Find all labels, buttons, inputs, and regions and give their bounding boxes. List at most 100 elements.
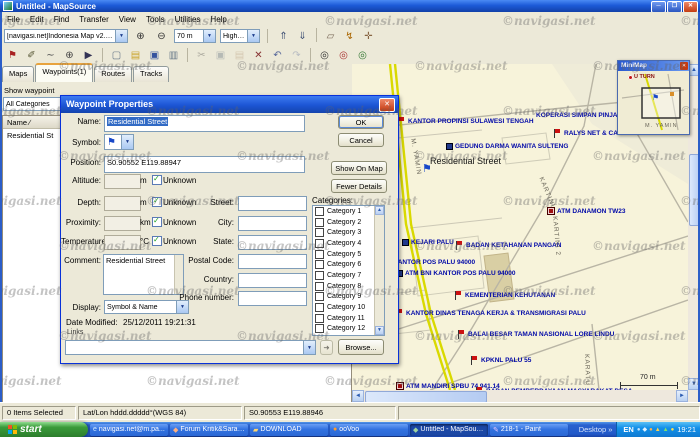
- display-combo[interactable]: Symbol & Name ▼: [104, 300, 189, 314]
- dialog-titlebar[interactable]: Waypoint Properties: [61, 96, 398, 113]
- category-checkbox[interactable]: [315, 282, 324, 291]
- menu-transfer[interactable]: Transfer: [74, 14, 114, 25]
- street-field[interactable]: [238, 196, 307, 211]
- open-file-icon[interactable]: ▤: [127, 47, 144, 63]
- antivirus-icon[interactable]: ●: [671, 427, 675, 433]
- task-download[interactable]: ▰DOWNLOAD: [250, 424, 328, 436]
- show-on-map-button[interactable]: Show On Map: [331, 161, 387, 175]
- receive-from-device-icon[interactable]: ⇓: [294, 28, 311, 44]
- map-detail-icon[interactable]: ▱: [322, 28, 339, 44]
- scroll-right-icon[interactable]: ►: [676, 390, 688, 402]
- categories-list[interactable]: Category 1Category 2Category 3Category 4…: [312, 205, 385, 336]
- category-checkbox[interactable]: [315, 207, 324, 216]
- task-oovoo[interactable]: ●ooVoo: [330, 424, 408, 436]
- language-indicator[interactable]: EN: [623, 425, 633, 434]
- tab-tracks[interactable]: Tracks: [133, 66, 169, 82]
- product-combo[interactable]: [navigasi.net]Indonesia Map v2.18 NT (fr…: [4, 29, 128, 43]
- category-checkbox[interactable]: [315, 250, 324, 259]
- menu-tools[interactable]: Tools: [141, 14, 170, 25]
- track-tool-icon[interactable]: ∼: [42, 47, 59, 63]
- scroll-down-icon[interactable]: ▼: [375, 326, 384, 335]
- route-tool-icon[interactable]: ✐: [23, 47, 40, 63]
- messenger-icon[interactable]: ●: [637, 427, 641, 433]
- task-ie[interactable]: enavigasi.net@m.pa...: [90, 424, 168, 436]
- desktop-toolbar[interactable]: Desktop»: [575, 422, 617, 437]
- menu-find[interactable]: Find: [49, 14, 75, 25]
- task-forum[interactable]: ◆Forum Kritik&Saran ...: [170, 424, 248, 436]
- copy-icon[interactable]: ▣: [212, 47, 229, 63]
- waypoint-tool-icon[interactable]: ⚑: [4, 47, 21, 63]
- horizontal-scrollbar[interactable]: ◄ ►: [352, 390, 688, 402]
- phone-number-field[interactable]: [238, 291, 307, 306]
- tab-waypoints1[interactable]: Waypoints(1): [35, 63, 93, 82]
- redo-icon[interactable]: ↷: [288, 47, 305, 63]
- browse-button[interactable]: Browse...: [338, 339, 384, 355]
- state-field[interactable]: [238, 235, 307, 250]
- menu-help[interactable]: Help: [205, 14, 231, 25]
- zoom-out-icon[interactable]: ⊖: [153, 28, 170, 44]
- nvidia-icon[interactable]: ▲: [663, 427, 669, 433]
- distance-bearing-icon[interactable]: ↯: [341, 28, 358, 44]
- city-field[interactable]: [238, 216, 307, 231]
- selection-tool-icon[interactable]: ▶: [80, 47, 97, 63]
- menu-utilities[interactable]: Utilities: [170, 14, 206, 25]
- new-file-icon[interactable]: ▢: [108, 47, 125, 63]
- scale-combo[interactable]: 70 m ▼: [174, 29, 216, 43]
- open-link-button[interactable]: ➜: [320, 340, 333, 355]
- volume-icon[interactable]: ◆: [642, 427, 647, 433]
- dialog-close-icon[interactable]: ✕: [379, 98, 395, 112]
- category-checkbox[interactable]: [315, 303, 324, 312]
- cut-icon[interactable]: ✂: [193, 47, 210, 63]
- fewer-details-button[interactable]: Fewer Details: [331, 179, 387, 193]
- clock[interactable]: 19:21: [677, 425, 696, 434]
- category-checkbox[interactable]: [315, 314, 324, 323]
- waypoint-flag-icon[interactable]: ⚑: [422, 164, 432, 174]
- category-checkbox[interactable]: [315, 228, 324, 237]
- security-shield-icon[interactable]: ▲: [655, 427, 661, 433]
- send-to-device-icon[interactable]: ⇑: [275, 28, 292, 44]
- ok-button[interactable]: OK: [338, 115, 384, 129]
- undo-icon[interactable]: ↶: [269, 47, 286, 63]
- start-button[interactable]: start: [0, 422, 88, 437]
- menu-file[interactable]: File: [2, 14, 25, 25]
- tab-maps[interactable]: Maps: [2, 66, 34, 82]
- scroll-up-icon[interactable]: ▲: [375, 206, 384, 215]
- delete-icon[interactable]: ✕: [250, 47, 267, 63]
- save-file-icon[interactable]: ▣: [146, 47, 163, 63]
- scroll-down-icon[interactable]: ▼: [688, 378, 700, 390]
- menu-edit[interactable]: Edit: [25, 14, 49, 25]
- print-icon[interactable]: ▥: [165, 47, 182, 63]
- detail-combo[interactable]: Highest ▼: [220, 29, 260, 43]
- country-field[interactable]: [238, 273, 307, 288]
- category-checkbox[interactable]: [315, 218, 324, 227]
- minimap-panel[interactable]: MiniMap ✕ U TURN ⚑ M. YAMIN: [617, 60, 690, 135]
- cancel-button[interactable]: Cancel: [338, 133, 384, 147]
- find-nearest-icon[interactable]: ◎: [335, 47, 352, 63]
- pan-tool-icon[interactable]: ✛: [360, 28, 377, 44]
- paste-icon[interactable]: ▤: [231, 47, 248, 63]
- symbol-combo[interactable]: ⚑ ▼: [104, 134, 134, 150]
- category-checkbox[interactable]: [315, 260, 324, 269]
- task-paint[interactable]: ✎218-1 - Paint: [490, 424, 568, 436]
- find-recent-icon[interactable]: ◎: [354, 47, 371, 63]
- altitude-unknown-checkbox[interactable]: [152, 175, 162, 185]
- categories-scrollbar[interactable]: ▲ ▼: [374, 206, 384, 335]
- tab-routes[interactable]: Routes: [94, 66, 132, 82]
- window-titlebar[interactable]: Untitled - MapSource ─ ❐ ✕: [0, 0, 700, 12]
- position-field[interactable]: S0.90552 E119.88947: [104, 156, 305, 173]
- category-checkbox[interactable]: [315, 324, 324, 333]
- postal-code-field[interactable]: [238, 254, 307, 269]
- find-icon[interactable]: ◎: [316, 47, 333, 63]
- file-url-combo[interactable]: ▼: [65, 340, 316, 355]
- scrollbar-thumb[interactable]: [689, 154, 700, 226]
- zoom-in-icon[interactable]: ⊕: [132, 28, 149, 44]
- zoom-tool-icon[interactable]: ⊕: [61, 47, 78, 63]
- task-mapsource[interactable]: ◆Untitled - MapSource: [410, 424, 488, 436]
- menu-view[interactable]: View: [114, 14, 141, 25]
- category-checkbox[interactable]: [315, 239, 324, 248]
- altitude-field[interactable]: [104, 174, 141, 189]
- name-field[interactable]: Residential Street: [104, 115, 305, 132]
- close-icon[interactable]: ✕: [680, 62, 688, 70]
- category-checkbox[interactable]: [315, 271, 324, 280]
- scroll-left-icon[interactable]: ◄: [352, 390, 364, 402]
